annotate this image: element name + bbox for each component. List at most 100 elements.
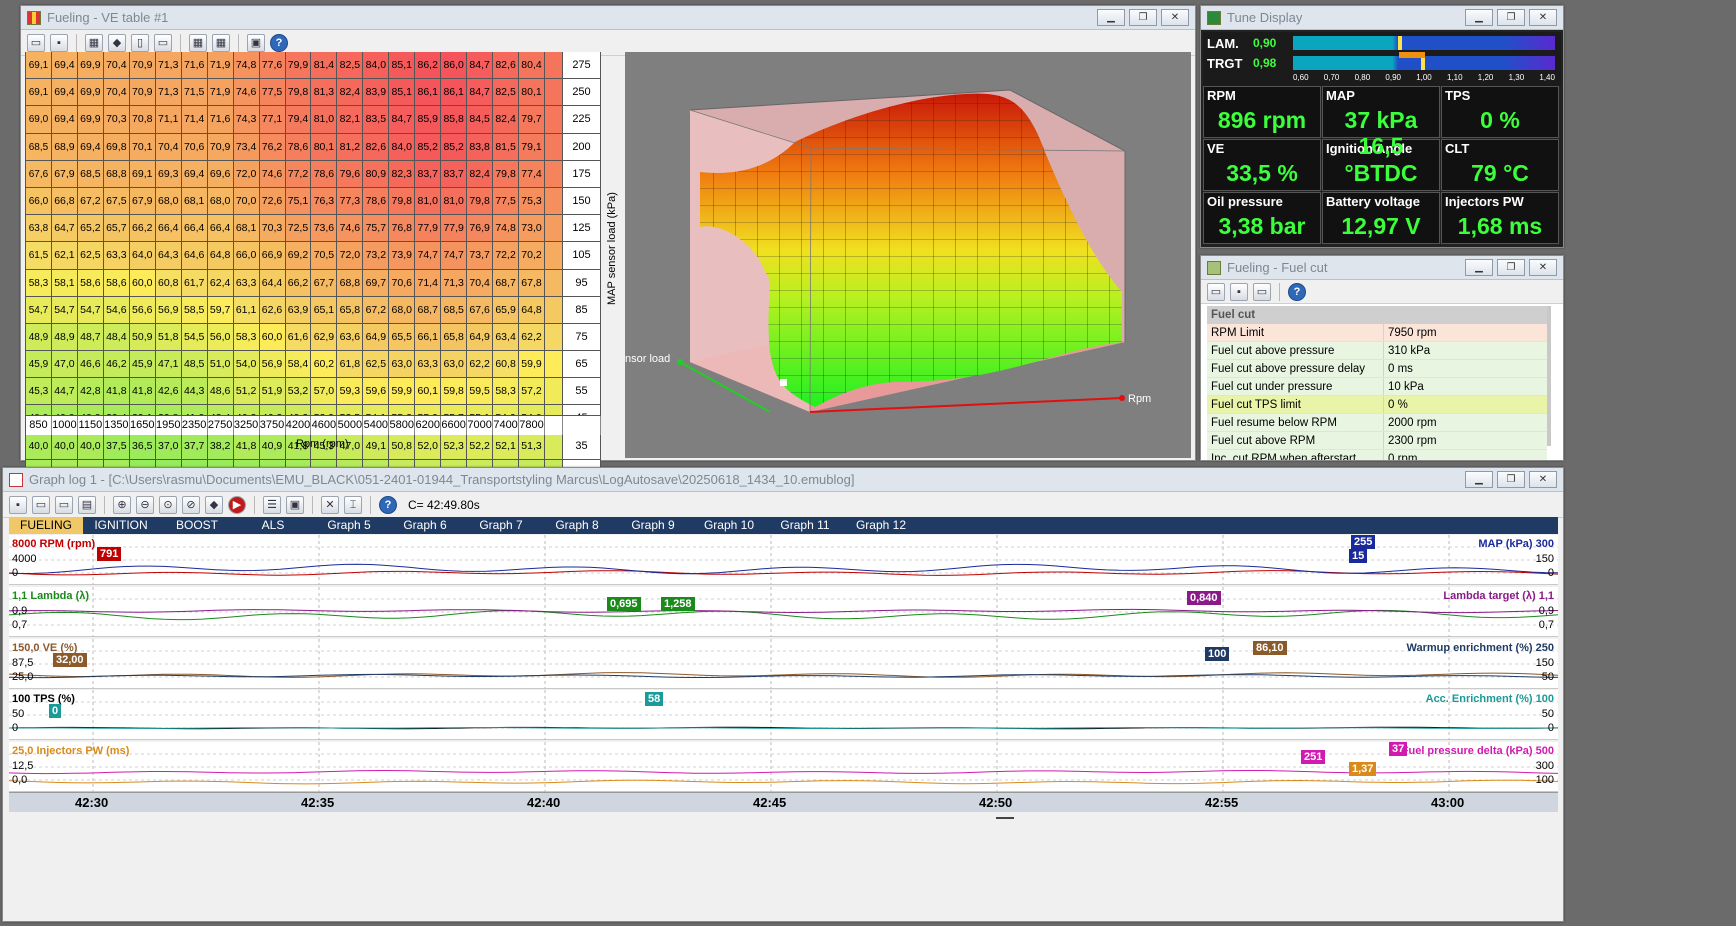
ve-cell[interactable]: 40,0 — [77, 432, 104, 460]
ve-cell[interactable]: 67,6 — [467, 296, 494, 324]
ve-cell[interactable]: 69,4 — [181, 160, 208, 188]
ve-cell[interactable]: 72,2 — [493, 242, 520, 270]
graph-panel[interactable]: 25,0 Injectors PW (ms) 12,5 0,0 Fuel pre… — [9, 742, 1558, 792]
ve-cell[interactable]: 58,3 — [26, 269, 52, 297]
ve-cell[interactable]: 58,3 — [493, 378, 520, 406]
ve-cell[interactable]: 51,2 — [233, 378, 260, 406]
ve-cell[interactable]: 68,9 — [51, 133, 78, 161]
close-icon[interactable]: ✕ — [1161, 9, 1189, 26]
ve-cell[interactable]: 53,2 — [285, 378, 312, 406]
ve-cell[interactable]: 77,5 — [493, 187, 520, 216]
open-folder-icon[interactable]: ▭ — [1207, 282, 1225, 301]
ve-cell[interactable]: 69,4 — [51, 79, 78, 107]
ve-cell[interactable]: 69,9 — [77, 106, 104, 134]
ve-cell[interactable]: 59,9 — [519, 351, 545, 379]
ve-cell[interactable]: 85,8 — [441, 106, 468, 134]
open-folder-icon[interactable]: ▭ — [32, 495, 50, 514]
ve-cell[interactable]: 54,0 — [233, 351, 260, 379]
compare-icon[interactable]: ▭ — [1253, 282, 1271, 301]
graph-tab[interactable]: IGNITION — [83, 517, 159, 534]
graph-panel[interactable]: 1,1 Lambda (λ) 0,9 0,7 Lambda target (λ)… — [9, 587, 1558, 637]
ve-cell[interactable]: 51,3 — [519, 432, 545, 460]
ve-cell[interactable]: 71,3 — [441, 269, 468, 297]
gauge-tile[interactable]: Ignition Angle 16,5 °BTDC — [1322, 133, 1440, 191]
ve-cell[interactable]: 68,1 — [233, 215, 260, 243]
ve-cell[interactable]: 67,2 — [77, 187, 104, 216]
ve-rpm-bin[interactable]: 2750 — [208, 416, 234, 435]
ve-cell[interactable]: 69,3 — [155, 160, 182, 188]
ve-cell[interactable]: 78,6 — [363, 187, 390, 216]
ve-cell[interactable]: 42,6 — [155, 378, 182, 406]
marker-icon[interactable]: ◆ — [205, 495, 223, 514]
ve-cell[interactable]: 85,1 — [389, 79, 416, 107]
ve-load-bin[interactable]: 250 — [563, 79, 601, 107]
ve-cell[interactable]: 83,7 — [415, 160, 442, 188]
ve-cell[interactable]: 44,3 — [181, 378, 208, 406]
ve-cell[interactable]: 68,5 — [441, 296, 468, 324]
ve-load-bin[interactable]: 75 — [563, 323, 601, 352]
ve-cell[interactable]: 63,3 — [233, 269, 260, 297]
channel-list-icon[interactable]: ☰ — [263, 495, 281, 514]
ve-cell[interactable]: 42,8 — [77, 378, 104, 406]
ve-cell[interactable]: 73,4 — [233, 133, 260, 161]
ve-cell[interactable]: 48,5 — [181, 351, 208, 379]
ve-cell[interactable]: 81,0 — [415, 187, 442, 216]
ve-cell[interactable]: 64,8 — [519, 296, 545, 324]
ve-cell[interactable]: 84,7 — [389, 106, 416, 134]
ve-cell[interactable]: 69,1 — [129, 160, 156, 188]
fuelcut-row[interactable]: RPM Limit 7950 rpm — [1207, 324, 1547, 342]
ve-load-bin[interactable]: 200 — [563, 133, 601, 161]
ve-cell[interactable]: 59,8 — [441, 378, 468, 406]
ve-cell[interactable]: 70,2 — [519, 242, 545, 270]
grid-icon[interactable]: ▦ — [85, 33, 103, 52]
ve-cell[interactable]: 62,1 — [51, 242, 78, 270]
ve-cell[interactable]: 66,1 — [415, 323, 442, 352]
fuelcut-value[interactable]: 10 kPa — [1384, 378, 1547, 395]
ve-cell[interactable]: 83,5 — [363, 106, 390, 134]
ve-cell[interactable]: 85,2 — [441, 133, 468, 161]
ve-cell[interactable]: 84,7 — [467, 79, 494, 107]
ve-cell[interactable]: 40,9 — [259, 432, 286, 460]
ve-cell[interactable]: 76,3 — [311, 187, 338, 216]
ve-cell[interactable]: 62,5 — [363, 351, 390, 379]
ve-cell[interactable]: 69,4 — [77, 133, 104, 161]
ve-cell[interactable]: 79,8 — [467, 187, 494, 216]
ve-cell[interactable]: 67,7 — [311, 269, 338, 297]
ve-cell[interactable]: 70,1 — [129, 133, 156, 161]
save-icon[interactable]: ▪ — [9, 495, 27, 514]
gauge-tile[interactable]: Oil pressure 3,38 bar — [1203, 192, 1321, 244]
ve-cell[interactable]: 69,4 — [51, 106, 78, 134]
ve-cell[interactable]: 58,6 — [103, 269, 130, 297]
ve-cell[interactable]: 45,3 — [26, 378, 52, 406]
ve-cell[interactable]: 81,4 — [311, 52, 338, 80]
fuelcut-row[interactable]: Fuel cut above pressure delay 0 ms — [1207, 360, 1547, 378]
zoom-out-icon[interactable]: ⊖ — [136, 495, 154, 514]
graph-tab[interactable]: Graph 10 — [691, 517, 767, 534]
ve-cell[interactable]: 67,9 — [51, 160, 78, 188]
ve-cell[interactable]: 63,0 — [389, 351, 416, 379]
ve-cell[interactable]: 51,8 — [155, 323, 182, 352]
help-icon[interactable]: ? — [379, 495, 397, 514]
ve-cell[interactable]: 72,5 — [285, 215, 312, 243]
ve-cell[interactable]: 65,2 — [77, 215, 104, 243]
ve-cell[interactable]: 84,7 — [467, 52, 494, 80]
ve-cell[interactable]: 82,6 — [493, 52, 520, 80]
ve-cell[interactable]: 73,2 — [363, 242, 390, 270]
ve-cell[interactable]: 69,1 — [26, 52, 52, 80]
ve-cell[interactable]: 71,9 — [207, 79, 234, 107]
ve-cell[interactable]: 44,7 — [51, 378, 78, 406]
ve-cell[interactable]: 80,1 — [519, 79, 545, 107]
ve-cell[interactable]: 68,1 — [181, 187, 208, 216]
ve-load-bin[interactable]: 105 — [563, 242, 601, 270]
ve-cell[interactable]: 48,9 — [51, 323, 78, 352]
ve-cell[interactable]: 60,2 — [311, 351, 338, 379]
fuelcut-row[interactable]: Inc. cut RPM when afterstart 0 rpm — [1207, 450, 1547, 460]
ve-cell[interactable]: 68,0 — [207, 187, 234, 216]
ve-cell[interactable]: 69,9 — [77, 52, 104, 80]
ve-cell[interactable]: 67,9 — [129, 187, 156, 216]
ve-cell[interactable]: 69,2 — [285, 242, 312, 270]
ve-cell[interactable]: 69,9 — [77, 79, 104, 107]
ve-cell[interactable]: 83,9 — [363, 79, 390, 107]
fuelcut-value[interactable]: 0 % — [1384, 396, 1547, 413]
ve-cell[interactable]: 45,9 — [129, 351, 156, 379]
